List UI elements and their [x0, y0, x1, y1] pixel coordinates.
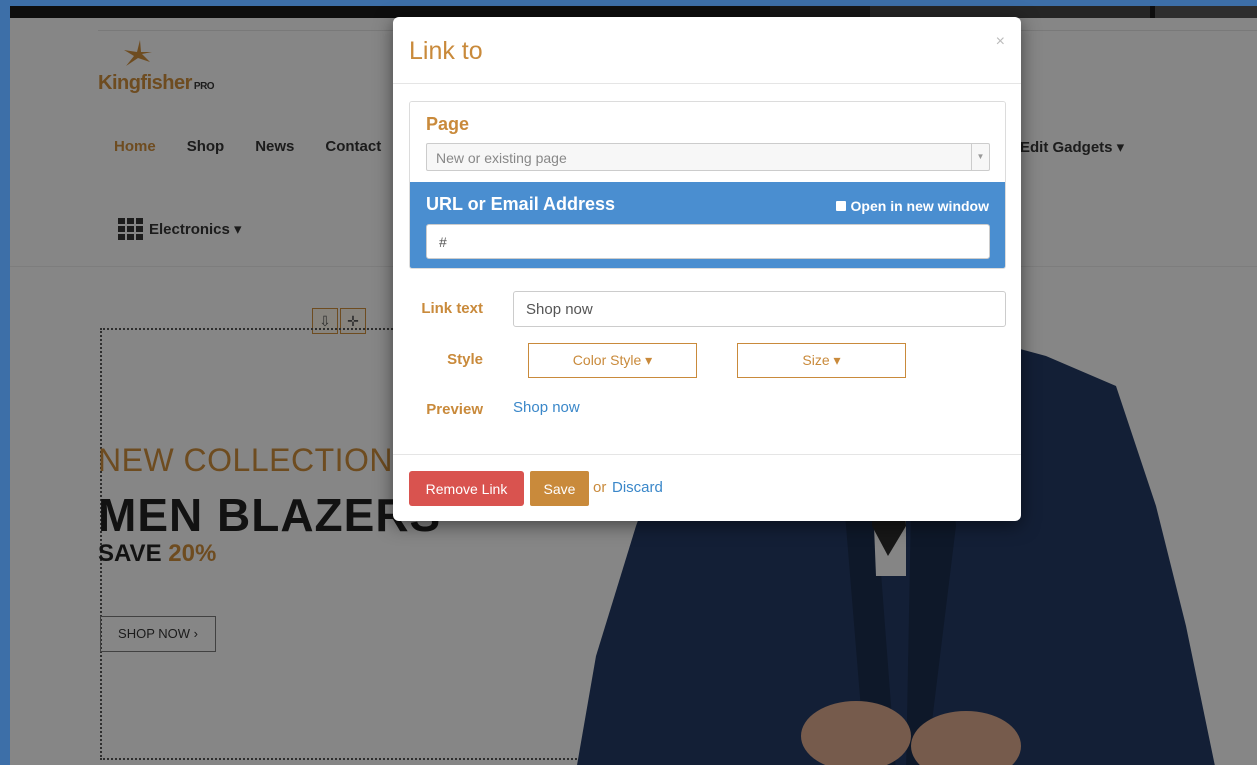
url-label: URL or Email Address: [426, 194, 616, 214]
dialog-title: Link to: [409, 37, 483, 65]
size-dropdown[interactable]: Size ▾: [737, 343, 906, 378]
save-button[interactable]: Save: [530, 471, 589, 506]
style-label: Style: [447, 351, 483, 368]
preview-label: Preview: [426, 401, 483, 418]
link-to-dialog: Link to × Page New or existing page ▼ UR…: [393, 17, 1021, 521]
page-select-placeholder: New or existing page: [436, 150, 567, 166]
url-input[interactable]: [426, 224, 990, 259]
or-text: or: [593, 479, 607, 496]
page-label: Page: [426, 114, 470, 134]
dialog-header: Link to ×: [393, 17, 1021, 84]
discard-link[interactable]: Discard: [612, 479, 663, 496]
page-select[interactable]: New or existing page ▼: [426, 143, 990, 171]
page-section: Page New or existing page ▼: [410, 102, 1005, 182]
remove-link-button[interactable]: Remove Link: [409, 471, 524, 506]
color-style-dropdown[interactable]: Color Style ▾: [528, 343, 697, 378]
url-section: URL or Email Address Open in new window: [410, 182, 1005, 268]
open-new-window-label: Open in new window: [850, 198, 989, 214]
link-text-input[interactable]: [513, 291, 1006, 327]
checkbox-icon[interactable]: [835, 201, 846, 211]
link-text-label: Link text: [421, 300, 483, 317]
preview-link[interactable]: Shop now: [513, 399, 580, 416]
chevron-down-icon: ▼: [971, 144, 989, 170]
close-icon[interactable]: ×: [996, 33, 1005, 51]
dialog-footer: Remove Link Save or Discard: [393, 454, 1021, 521]
link-target-panel: Page New or existing page ▼ URL or Email…: [409, 101, 1006, 269]
open-new-window-checkbox[interactable]: Open in new window: [835, 198, 989, 214]
